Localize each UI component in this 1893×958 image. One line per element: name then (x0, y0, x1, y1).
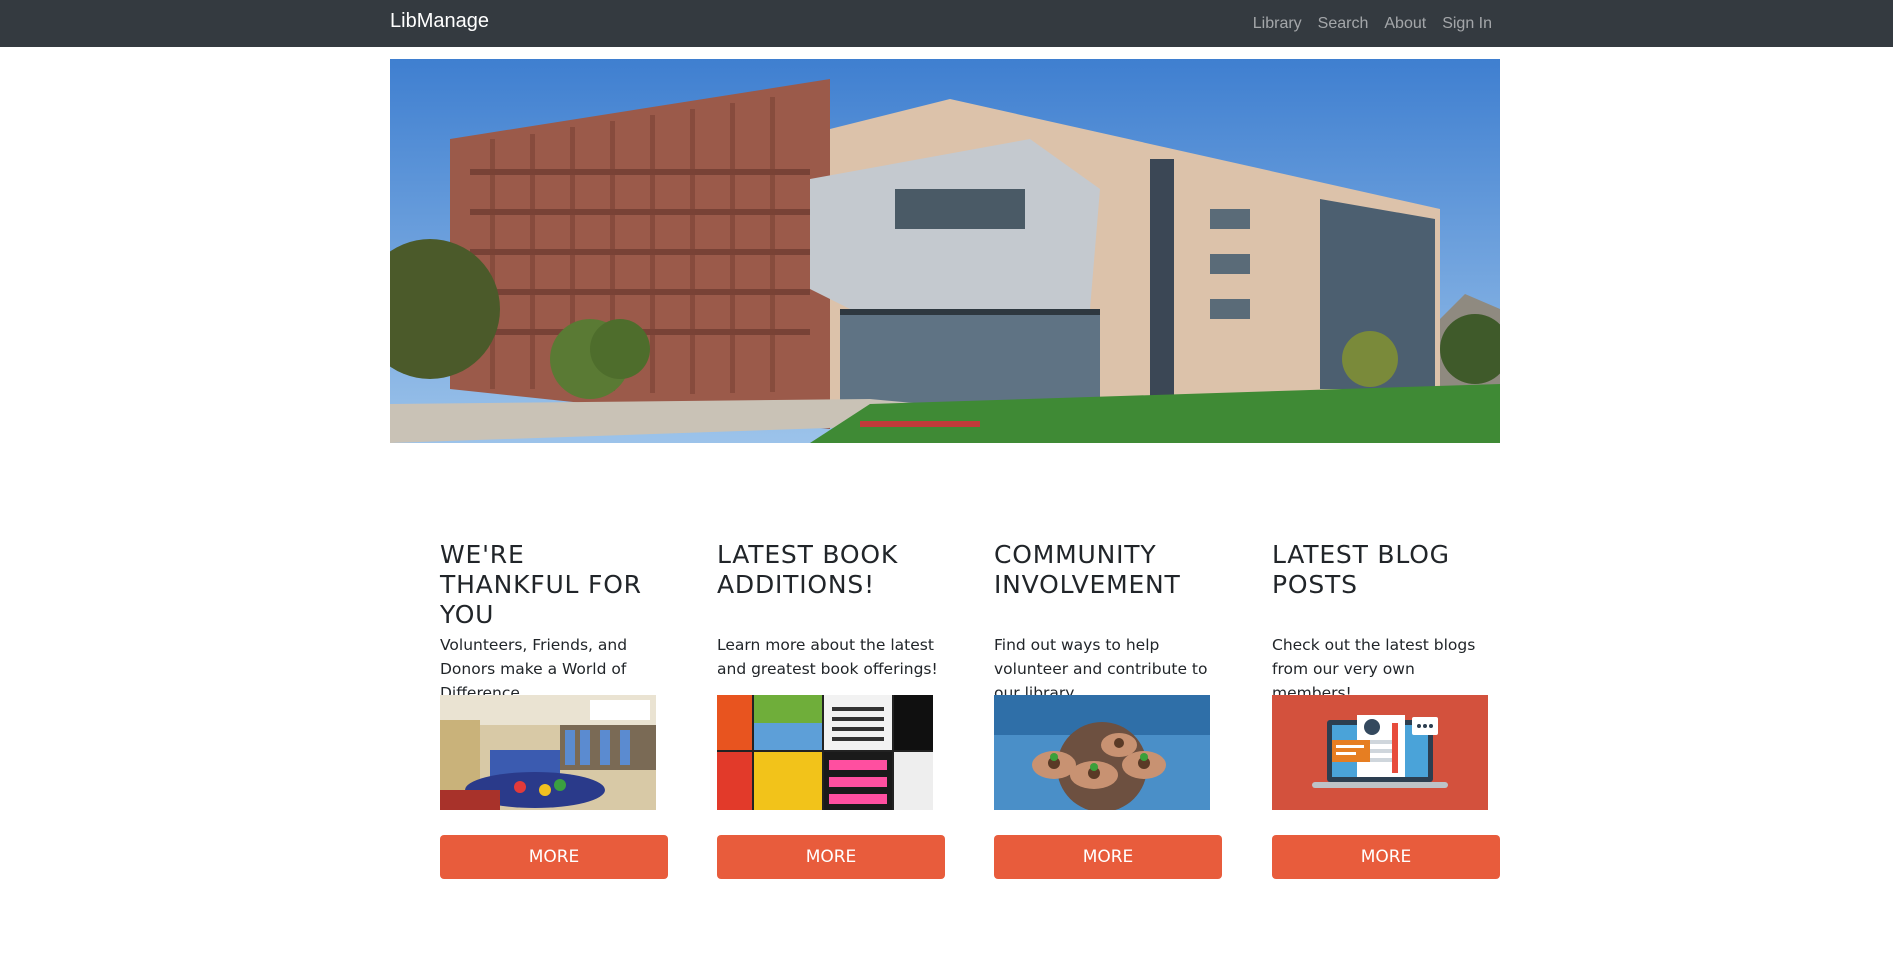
top-navbar: LibManage Library Search About Sign In (0, 0, 1893, 47)
card-blog-posts: LATEST BLOG POSTS Check out the latest b… (1272, 540, 1500, 879)
nav-link-sign-in[interactable]: Sign In (1434, 4, 1492, 44)
book-covers-collage-image (717, 695, 933, 810)
more-button-book-additions[interactable]: MORE (717, 835, 945, 879)
card-text: Volunteers, Friends, and Donors make a W… (440, 636, 628, 702)
card-title: LATEST BOOK ADDITIONS! (717, 540, 899, 599)
feature-cards: WE'RE THANKFUL FOR YOU Volunteers, Frien… (440, 540, 1500, 880)
nav-link-about[interactable]: About (1376, 4, 1434, 44)
nav-link-library[interactable]: Library (1245, 4, 1310, 44)
more-button-blog-posts[interactable]: MORE (1272, 835, 1500, 879)
more-button-community[interactable]: MORE (994, 835, 1222, 879)
card-book-additions: LATEST BOOK ADDITIONS! Learn more about … (717, 540, 945, 879)
volunteers-hands-image (994, 695, 1210, 810)
library-kids-room-image (440, 695, 656, 810)
card-title: WE'RE THANKFUL FOR YOU (440, 540, 642, 629)
blog-laptop-illustration (1272, 695, 1488, 810)
nav-links: Library Search About Sign In (1245, 0, 1492, 47)
card-text: Learn more about the latest and greatest… (717, 636, 938, 678)
nav-link-search[interactable]: Search (1310, 4, 1377, 44)
card-title: LATEST BLOG POSTS (1272, 540, 1450, 599)
card-community: COMMUNITY INVOLVEMENT Find out ways to h… (994, 540, 1222, 879)
card-thankful: WE'RE THANKFUL FOR YOU Volunteers, Frien… (440, 540, 668, 879)
brand-link[interactable]: LibManage (390, 0, 489, 47)
hero-library-building-image (390, 59, 1500, 443)
card-text: Find out ways to help volunteer and cont… (994, 636, 1208, 702)
more-button-thankful[interactable]: MORE (440, 835, 668, 879)
card-title: COMMUNITY INVOLVEMENT (994, 540, 1181, 599)
card-text: Check out the latest blogs from our very… (1272, 636, 1476, 702)
